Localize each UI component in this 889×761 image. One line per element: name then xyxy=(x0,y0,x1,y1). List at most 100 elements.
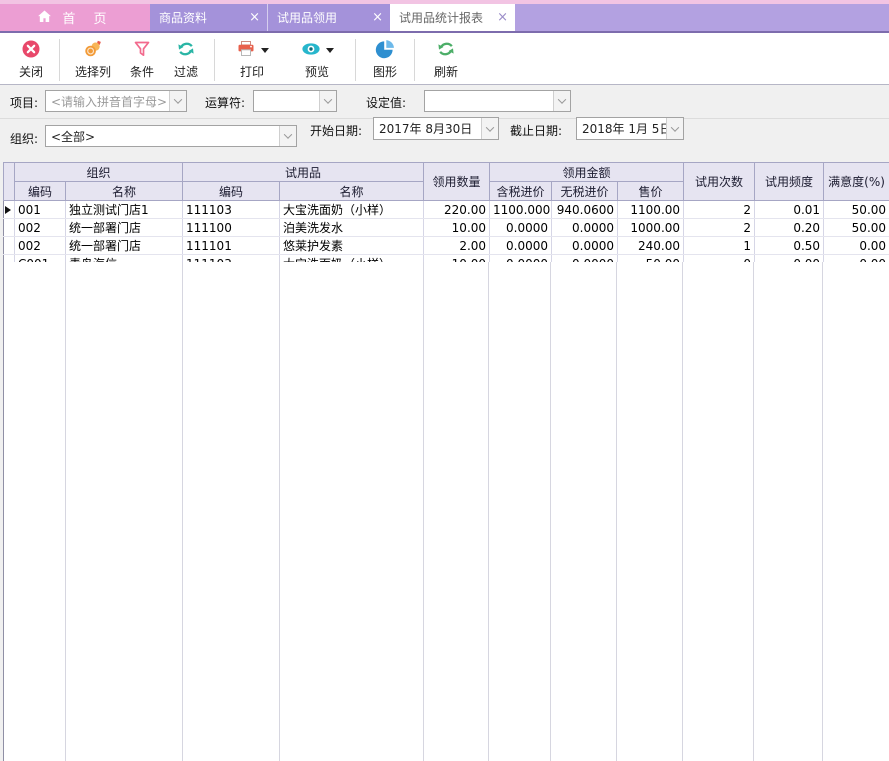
tab-trial-statistics-report-active[interactable]: 试用品统计报表 × xyxy=(390,4,515,31)
setvalue-combobox[interactable] xyxy=(424,90,571,112)
column-header-price[interactable]: 售价 xyxy=(618,182,684,201)
cell-satisfaction[interactable]: 0.00 xyxy=(824,237,889,255)
dropdown-arrow-button[interactable] xyxy=(481,118,498,139)
item-combobox[interactable]: <请输入拼音首字母> xyxy=(45,90,187,112)
cell-org-name[interactable]: 独立测试门店1 xyxy=(66,201,183,219)
group-header-amount[interactable]: 领用金额 xyxy=(490,163,684,182)
organization-combobox[interactable]: <全部> xyxy=(45,125,297,147)
column-header-times[interactable]: 试用次数 xyxy=(684,163,755,201)
cell-price[interactable]: 1000.00 xyxy=(618,219,684,237)
tab-trial-requisition[interactable]: 试用品领用 × xyxy=(267,4,390,31)
close-icon[interactable]: × xyxy=(249,11,260,24)
start-date-field[interactable]: 2017年 8月30日 xyxy=(373,117,499,140)
item-combobox-placeholder: <请输入拼音首字母> xyxy=(46,93,169,110)
tab-bar: 首 页 商品资料 × 试用品领用 × 试用品统计报表 × xyxy=(0,0,889,33)
column-header-tax-free[interactable]: 无税进价 xyxy=(552,182,618,201)
cell-qty[interactable]: 220.00 xyxy=(424,201,490,219)
cell-freq[interactable]: 0.20 xyxy=(755,219,824,237)
cell-prod-name[interactable]: 大宝洗面奶（小样） xyxy=(280,201,424,219)
table-row[interactable]: 001 独立测试门店1 111103 大宝洗面奶（小样） 220.00 1100… xyxy=(4,201,889,219)
preview-icon xyxy=(301,39,321,62)
preview-button[interactable]: 预览 xyxy=(284,38,350,80)
button-label: 选择列 xyxy=(75,63,111,80)
print-dropdown-caret[interactable] xyxy=(261,48,269,53)
report-table: 组织 试用品 领用数量 领用金额 试用次数 试用频度 满意度(%) 编码 名称 … xyxy=(3,162,889,273)
print-button[interactable]: 打印 xyxy=(220,38,284,80)
cell-tax-incl[interactable]: 1100.0000 xyxy=(490,201,552,219)
print-icon xyxy=(236,39,256,62)
cell-times[interactable]: 2 xyxy=(684,219,755,237)
close-icon xyxy=(21,39,41,62)
cell-prod-code[interactable]: 111103 xyxy=(183,201,280,219)
dropdown-arrow-button[interactable] xyxy=(319,91,336,111)
group-header-product[interactable]: 试用品 xyxy=(183,163,424,182)
filter-button[interactable]: 过滤 xyxy=(163,38,209,80)
column-header-org-code[interactable]: 编码 xyxy=(15,182,66,201)
cell-tax-free[interactable]: 0.0000 xyxy=(552,219,618,237)
filter-icon xyxy=(176,39,196,62)
cell-prod-name[interactable]: 泊美洗发水 xyxy=(280,219,424,237)
column-header-qty[interactable]: 领用数量 xyxy=(424,163,490,201)
cell-tax-free[interactable]: 0.0000 xyxy=(552,237,618,255)
cell-tax-free[interactable]: 940.0600 xyxy=(552,201,618,219)
dropdown-arrow-button[interactable] xyxy=(666,118,683,139)
cell-times[interactable]: 2 xyxy=(684,201,755,219)
preview-dropdown-caret[interactable] xyxy=(326,48,334,53)
cell-freq[interactable]: 0.01 xyxy=(755,201,824,219)
column-header-prod-code[interactable]: 编码 xyxy=(183,182,280,201)
toolbar-separator xyxy=(59,39,60,81)
tab-home-label: 首 页 xyxy=(62,8,113,27)
cell-prod-code[interactable]: 111100 xyxy=(183,219,280,237)
chevron-down-icon xyxy=(671,123,679,131)
cell-price[interactable]: 1100.00 xyxy=(618,201,684,219)
toolbar-separator xyxy=(414,39,415,81)
close-icon[interactable]: × xyxy=(372,11,383,24)
refresh-button[interactable]: 刷新 xyxy=(420,38,472,80)
cell-satisfaction[interactable]: 50.00 xyxy=(824,219,889,237)
cell-tax-incl[interactable]: 0.0000 xyxy=(490,237,552,255)
cell-org-code[interactable]: 002 xyxy=(15,237,66,255)
column-header-tax-incl[interactable]: 含税进价 xyxy=(490,182,552,201)
cell-org-code[interactable]: 002 xyxy=(15,219,66,237)
operator-combobox[interactable] xyxy=(253,90,337,112)
table-row[interactable]: 002 统一部署门店 111100 泊美洗发水 10.00 0.0000 0.0… xyxy=(4,219,889,237)
cell-org-code[interactable]: 001 xyxy=(15,201,66,219)
column-header-prod-name[interactable]: 名称 xyxy=(280,182,424,201)
grid-column-line xyxy=(424,262,490,761)
dropdown-arrow-button[interactable] xyxy=(553,91,570,111)
cell-price[interactable]: 240.00 xyxy=(618,237,684,255)
tab-label: 试用品统计报表 xyxy=(390,9,483,26)
close-icon[interactable]: × xyxy=(497,11,508,24)
cell-times[interactable]: 1 xyxy=(684,237,755,255)
column-header-org-name[interactable]: 名称 xyxy=(66,182,183,201)
cell-prod-code[interactable]: 111101 xyxy=(183,237,280,255)
condition-button[interactable]: 条件 xyxy=(121,38,163,80)
cell-tax-incl[interactable]: 0.0000 xyxy=(490,219,552,237)
end-date-field[interactable]: 2018年 1月 5日 xyxy=(576,117,684,140)
tab-home[interactable]: 首 页 xyxy=(0,4,150,31)
tab-product-data[interactable]: 商品资料 × xyxy=(150,4,267,31)
toolbar-separator xyxy=(355,39,356,81)
dropdown-arrow-button[interactable] xyxy=(279,126,296,146)
close-button[interactable]: 关闭 xyxy=(8,38,54,80)
cell-freq[interactable]: 0.50 xyxy=(755,237,824,255)
cell-qty[interactable]: 10.00 xyxy=(424,219,490,237)
cell-org-name[interactable]: 统一部署门店 xyxy=(66,237,183,255)
select-columns-button[interactable]: 选择列 xyxy=(65,38,121,80)
start-date-value: 2017年 8月30日 xyxy=(374,120,481,137)
grid-column-line xyxy=(4,262,66,761)
column-header-satisfaction[interactable]: 满意度(%) xyxy=(824,163,889,201)
group-header-org[interactable]: 组织 xyxy=(15,163,183,182)
dropdown-arrow-button[interactable] xyxy=(169,91,186,111)
cell-org-name[interactable]: 统一部署门店 xyxy=(66,219,183,237)
selected-row-marker xyxy=(4,201,15,219)
chart-button[interactable]: 图形 xyxy=(361,38,409,80)
button-label: 图形 xyxy=(373,63,397,80)
table-row[interactable]: 002 统一部署门店 111101 悠莱护发素 2.00 0.0000 0.00… xyxy=(4,237,889,255)
cell-qty[interactable]: 2.00 xyxy=(424,237,490,255)
chevron-down-icon xyxy=(486,123,494,131)
cell-prod-name[interactable]: 悠莱护发素 xyxy=(280,237,424,255)
row-marker-cell xyxy=(4,219,15,237)
column-header-freq[interactable]: 试用频度 xyxy=(755,163,824,201)
cell-satisfaction[interactable]: 50.00 xyxy=(824,201,889,219)
